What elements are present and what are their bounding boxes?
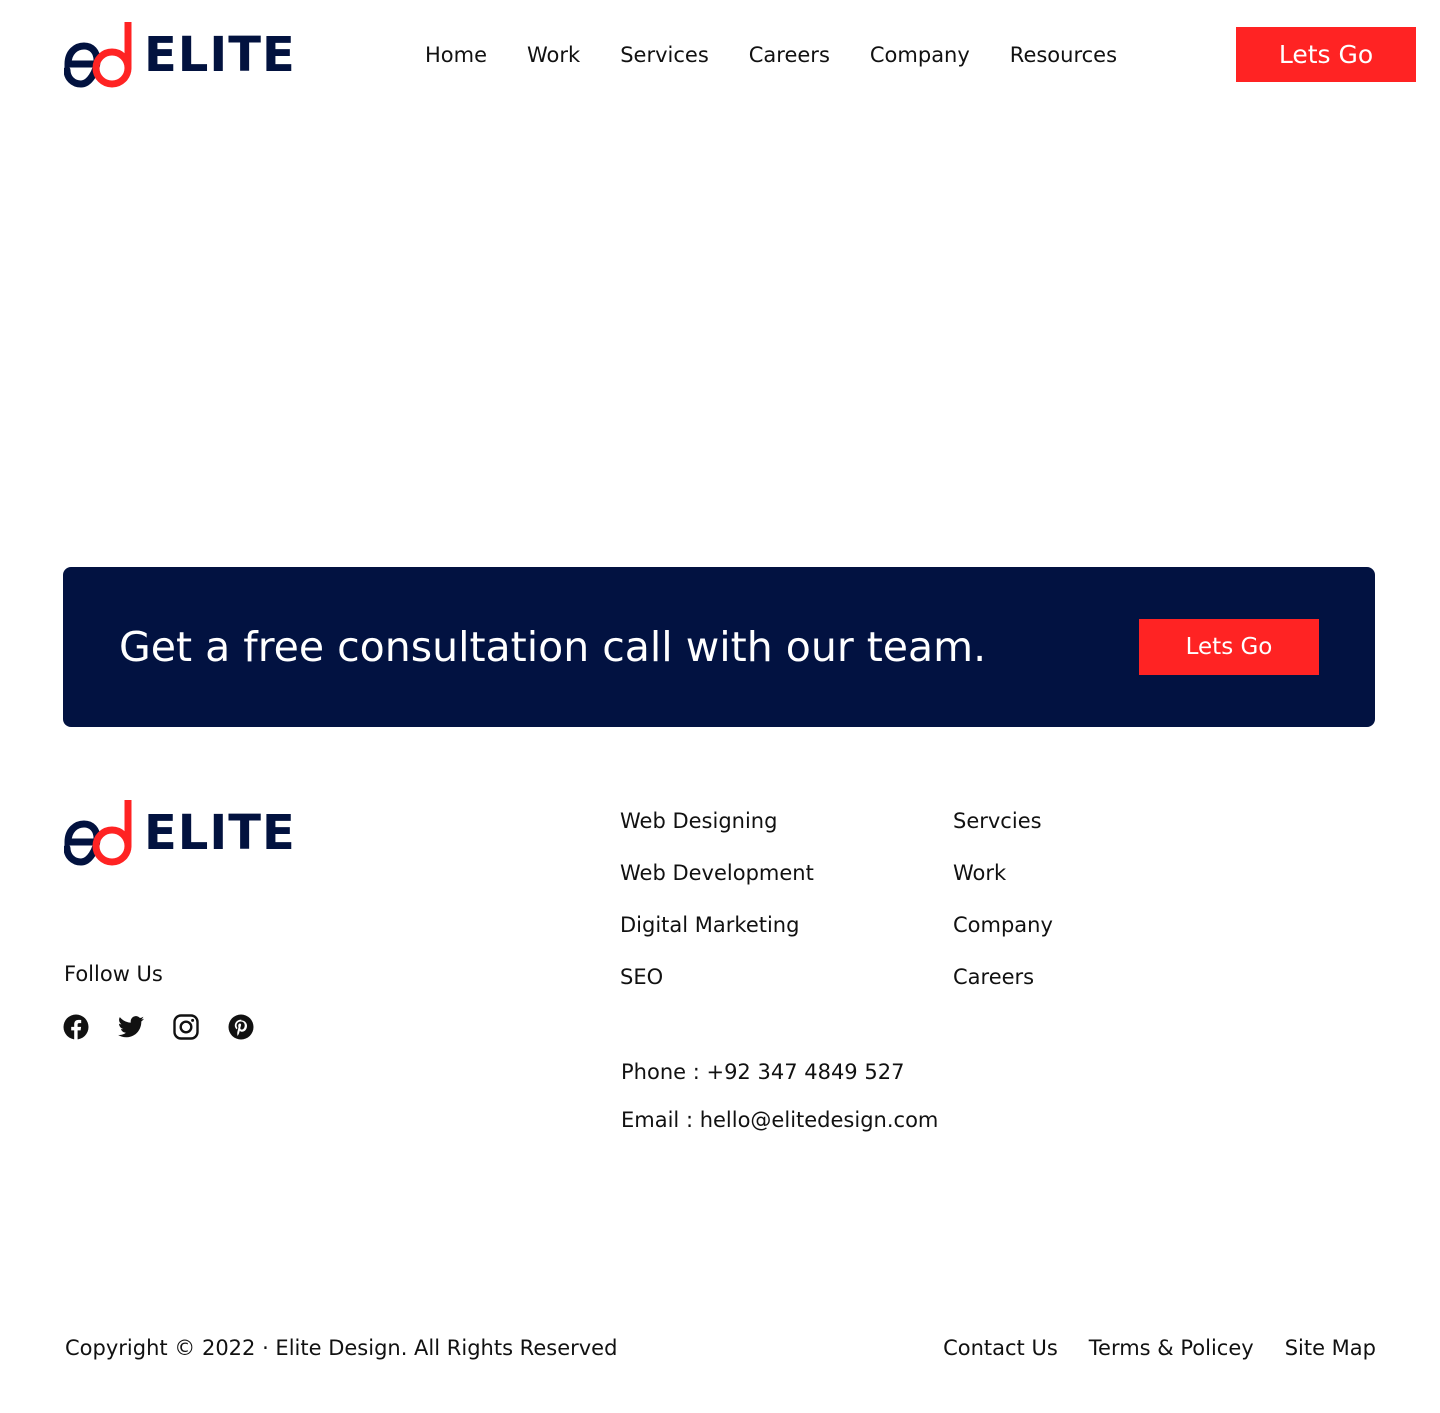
footer-link-seo[interactable]: SEO [620, 964, 814, 990]
nav-services[interactable]: Services [620, 42, 709, 68]
nav-company[interactable]: Company [870, 42, 970, 68]
contact-us-link[interactable]: Contact Us [943, 1334, 1058, 1362]
copyright-text: Copyright © 2022 · Elite Design. All Rig… [65, 1336, 618, 1360]
footer-link-web-designing[interactable]: Web Designing [620, 808, 814, 834]
logo-wordmark: ELITE [144, 805, 296, 861]
follow-us-label: Follow Us [64, 962, 163, 986]
footer-link-careers[interactable]: Careers [953, 964, 1053, 990]
header-logo[interactable]: ELITE [64, 22, 296, 88]
footer-logo[interactable]: ELITE [64, 800, 296, 866]
header-lets-go-button[interactable]: Lets Go [1236, 27, 1416, 82]
site-map-link[interactable]: Site Map [1285, 1334, 1376, 1362]
ed-logo-mark-icon [64, 22, 132, 88]
email-address[interactable]: Email : hello@elitedesign.com [621, 1106, 938, 1134]
terms-policy-link[interactable]: Terms & Policey [1089, 1334, 1254, 1362]
legal-links: Contact Us Terms & Policey Site Map [912, 1334, 1376, 1362]
footer-services-column: Web Designing Web Development Digital Ma… [620, 808, 814, 1016]
footer-link-web-development[interactable]: Web Development [620, 860, 814, 886]
nav-resources[interactable]: Resources [1010, 42, 1117, 68]
nav-work[interactable]: Work [527, 42, 580, 68]
page: ELITE Home Work Services Careers Company… [0, 0, 1440, 1413]
banner-lets-go-button[interactable]: Lets Go [1139, 619, 1319, 675]
pinterest-icon[interactable] [227, 1013, 255, 1041]
footer-link-digital-marketing[interactable]: Digital Marketing [620, 912, 814, 938]
consultation-banner: Get a free consultation call with our te… [63, 567, 1375, 727]
twitter-icon[interactable] [117, 1013, 145, 1041]
consultation-text: Get a free consultation call with our te… [119, 623, 987, 671]
nav-careers[interactable]: Careers [749, 42, 830, 68]
footer-link-services[interactable]: Servcies [953, 808, 1053, 834]
footer-contact: Phone : +92 347 4849 527 Email : hello@e… [621, 1058, 938, 1154]
phone-number[interactable]: Phone : +92 347 4849 527 [621, 1058, 938, 1086]
footer-link-work[interactable]: Work [953, 860, 1053, 886]
facebook-icon[interactable] [62, 1013, 90, 1041]
instagram-icon[interactable] [172, 1013, 200, 1041]
main-nav: Home Work Services Careers Company Resou… [425, 42, 1117, 68]
footer-pages-column: Servcies Work Company Careers [953, 808, 1053, 1016]
footer-link-company[interactable]: Company [953, 912, 1053, 938]
logo-wordmark: ELITE [144, 27, 296, 83]
nav-home[interactable]: Home [425, 42, 487, 68]
ed-logo-mark-icon [64, 800, 132, 866]
social-links [62, 1013, 255, 1041]
